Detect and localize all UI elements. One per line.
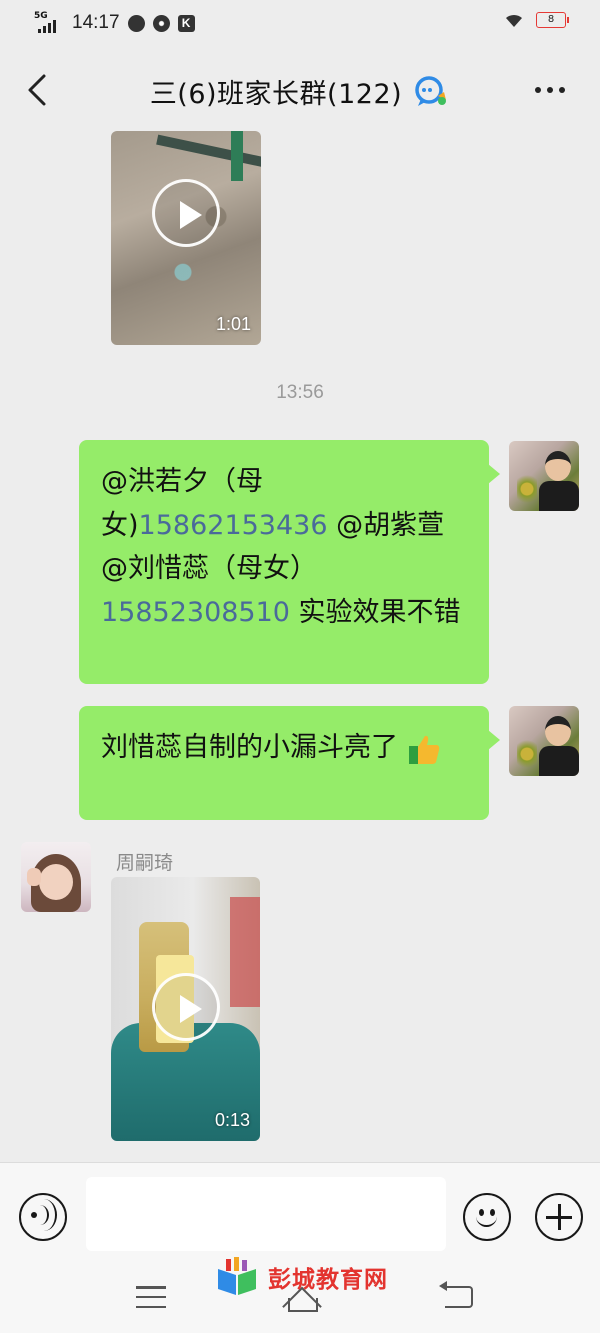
message-bubble-2[interactable]: 刘惜蕊自制的小漏斗亮了 — [79, 706, 500, 820]
fan-icon — [152, 14, 170, 32]
thumbs-up-icon — [408, 735, 439, 764]
signal-icon: 5G — [34, 11, 64, 33]
chat-header: 三(6)班家长群(122) — [0, 46, 600, 134]
message-text: 实验效果不错 — [289, 596, 461, 628]
message-bubble-1[interactable]: @洪若夕（母女)15862153436 @胡紫萱 @刘惜蕊（母女） 158523… — [79, 440, 500, 684]
status-right: 8 — [504, 12, 569, 28]
back-nav-icon[interactable] — [439, 1281, 473, 1308]
k-app-icon: K — [177, 14, 195, 32]
menu-icon[interactable] — [136, 1286, 166, 1308]
battery-icon: 8 — [536, 12, 569, 28]
video-duration: 0:13 — [214, 1110, 250, 1130]
sender-name: 周嗣琦 — [116, 852, 174, 874]
video-scene-frame — [231, 131, 243, 181]
phone-link[interactable]: 15862153436 — [139, 510, 328, 541]
voice-icon[interactable] — [19, 1193, 67, 1241]
input-bar — [0, 1162, 600, 1272]
avatar-friend[interactable] — [21, 842, 91, 912]
message-timestamp: 13:56 — [276, 382, 324, 403]
video-message-2[interactable]: 0:13 — [111, 877, 260, 1141]
watermark: 彭城教育网 — [214, 1257, 388, 1297]
video-duration: 1:01 — [215, 314, 251, 334]
message-input[interactable] — [86, 1177, 446, 1251]
play-icon[interactable] — [152, 973, 220, 1041]
status-left: 5G 14:17 K — [34, 10, 195, 36]
more-dots-icon[interactable] — [528, 72, 572, 108]
emoji-icon[interactable] — [463, 1193, 511, 1241]
status-bar: 5G 14:17 K 8 — [0, 0, 600, 46]
wifi-icon — [506, 14, 522, 27]
group-chat-logo-icon — [415, 75, 447, 106]
play-icon[interactable] — [152, 179, 220, 247]
video-scene — [156, 134, 261, 168]
status-time: 14:17 — [72, 12, 120, 33]
compass-icon — [127, 14, 145, 32]
phone-link[interactable]: 15852308510 — [101, 597, 290, 628]
message-text: 刘惜蕊自制的小漏斗亮了 — [101, 732, 398, 763]
video-message-1[interactable]: 1:01 — [111, 131, 261, 345]
book-logo-icon — [218, 1257, 256, 1295]
avatar-self[interactable] — [509, 706, 579, 776]
chat-title: 三(6)班家长群(122) — [149, 79, 403, 110]
video-scene — [230, 897, 260, 1007]
watermark-text: 彭城教育网 — [268, 1267, 388, 1293]
plus-icon[interactable] — [535, 1193, 583, 1241]
title-wrap: 三(6)班家长群(122) — [0, 72, 600, 111]
avatar-self[interactable] — [509, 441, 579, 511]
